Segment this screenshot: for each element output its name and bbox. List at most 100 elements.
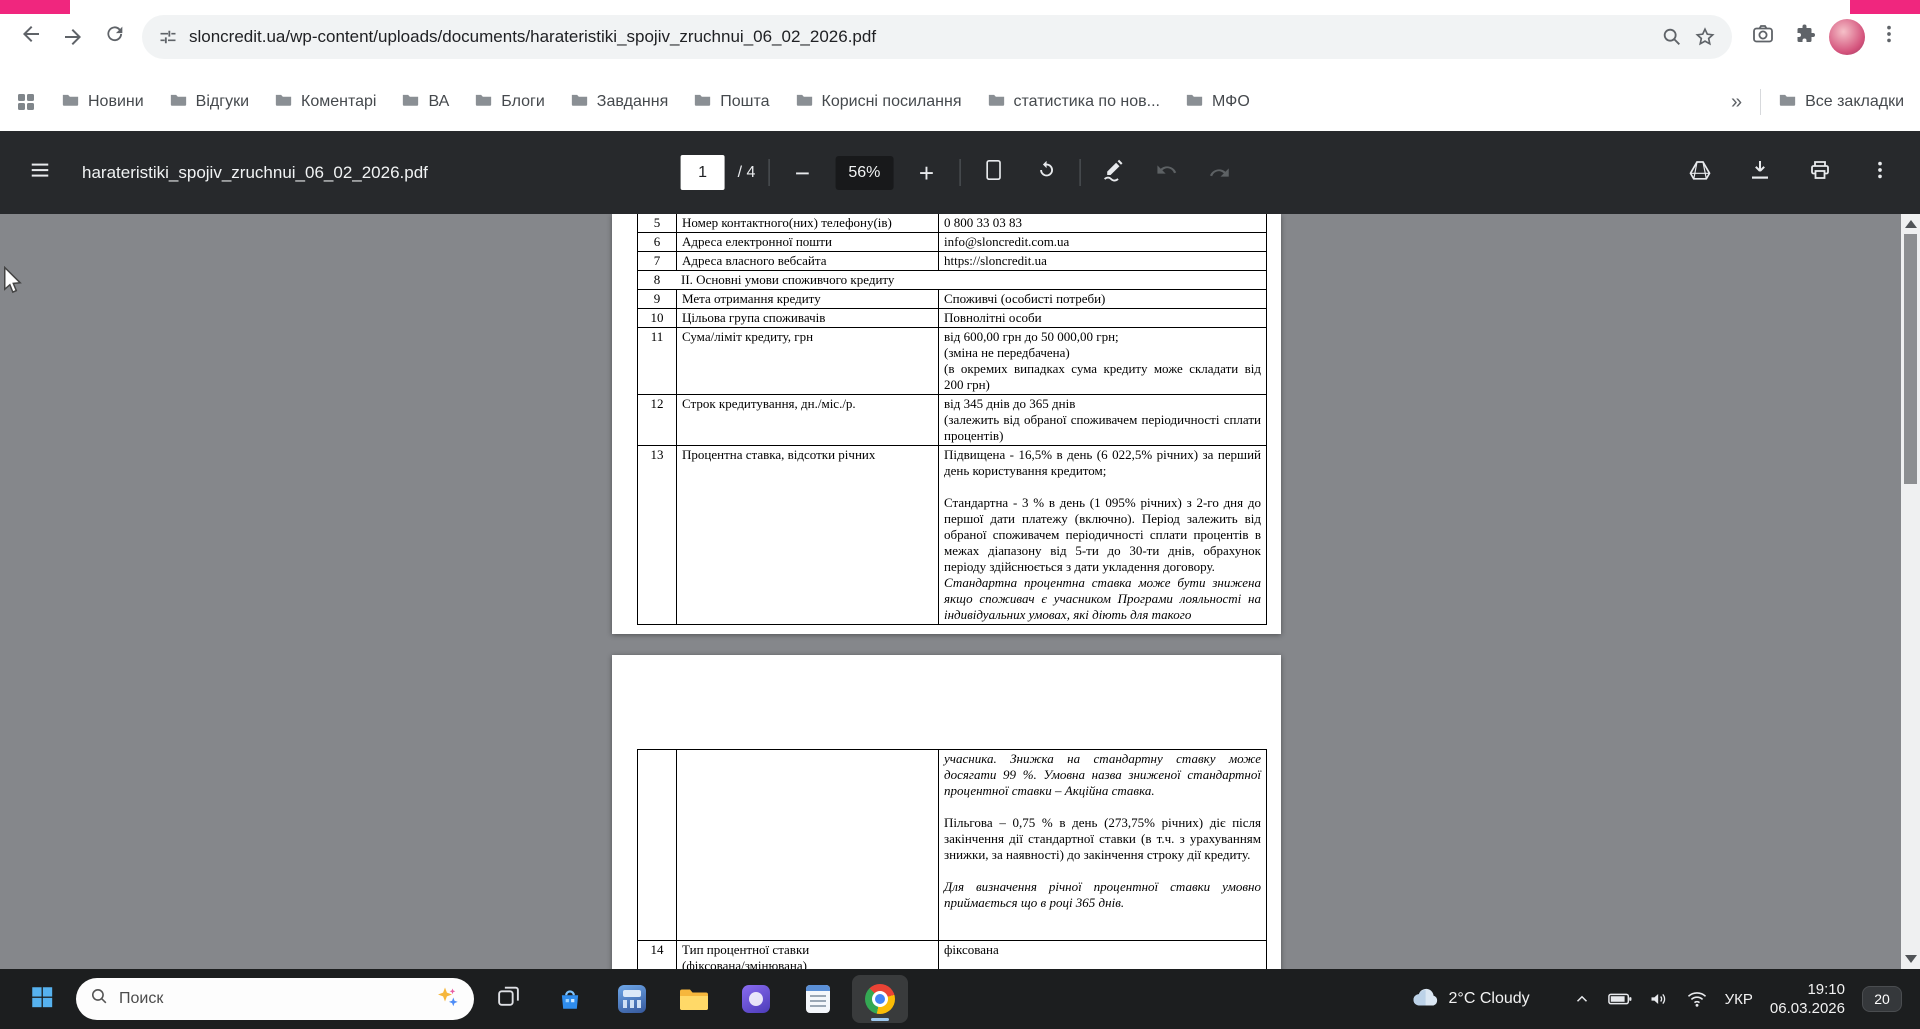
draw-pen-icon	[1101, 158, 1125, 187]
page-number-input[interactable]	[680, 155, 725, 190]
taskbar-app-store[interactable]	[542, 975, 598, 1023]
bookmark-item[interactable]: статистика по нов...	[988, 92, 1160, 112]
apps-grid-icon[interactable]	[16, 92, 36, 112]
bookmark-item[interactable]: Завдання	[571, 92, 668, 112]
address-bar[interactable]: sloncredit.ua/wp-content/uploads/documen…	[142, 14, 1732, 59]
pdf-more-button[interactable]	[1860, 153, 1900, 193]
table-continuation-row: учасника. Знижка на стандартну ставку мо…	[638, 750, 1266, 940]
back-button[interactable]	[10, 16, 52, 58]
taskbar-app-chrome[interactable]	[852, 975, 908, 1023]
browser-menu-button[interactable]	[1868, 16, 1910, 58]
bookmarks-divider	[1760, 89, 1762, 115]
save-to-drive-button[interactable]	[1680, 153, 1720, 193]
reload-button[interactable]	[94, 16, 136, 58]
value-paragraph: учасника. Знижка на стандартну ставку мо…	[944, 751, 1261, 798]
fit-page-button[interactable]	[973, 153, 1013, 193]
taskbar-app-calculator[interactable]	[604, 975, 660, 1023]
toolbar-divider	[1079, 159, 1081, 186]
pdf-menu-button[interactable]	[20, 153, 60, 193]
tune-icon[interactable]	[158, 27, 178, 47]
draw-button[interactable]	[1093, 153, 1133, 193]
table-row: 10 Цільова група споживачів Повнолітні о…	[638, 308, 1266, 327]
search-label: Поиск	[119, 990, 164, 1007]
start-button[interactable]	[14, 975, 70, 1023]
bookmark-label: Відгуки	[195, 93, 250, 110]
store-app-icon	[557, 986, 583, 1012]
undo-button[interactable]	[1146, 153, 1186, 193]
scroll-up-arrow[interactable]	[1905, 220, 1917, 228]
bookmark-star-icon[interactable]	[1694, 26, 1716, 48]
row-label: Адреса власного вебсайта	[676, 252, 938, 270]
bookmark-item[interactable]: Коментарі	[275, 92, 376, 112]
window-theme-strip-left	[0, 0, 70, 14]
bookmark-item[interactable]: ВА	[402, 92, 449, 112]
zoom-page-icon[interactable]	[1661, 26, 1683, 48]
copilot-sparkle-icon	[436, 985, 460, 1014]
bookmark-label: Завдання	[596, 93, 669, 110]
value-line: від 345 днів до 365 днів	[944, 396, 1076, 411]
bookmark-item[interactable]: Новини	[62, 92, 144, 112]
bookmark-label: Новини	[88, 93, 144, 110]
all-bookmarks-button[interactable]: Все закладки	[1779, 92, 1904, 112]
scroll-down-arrow[interactable]	[1905, 955, 1917, 963]
value-paragraph: Підвищена - 16,5% в день (6 022,5% річни…	[944, 447, 1261, 478]
wifi-icon[interactable]	[1686, 990, 1708, 1008]
row-number: 7	[653, 253, 661, 268]
tray-chevron-up-icon[interactable]	[1573, 990, 1591, 1008]
folder-icon	[571, 92, 588, 112]
bookmark-item[interactable]: Корисні посилання	[796, 92, 962, 112]
battery-icon[interactable]	[1607, 990, 1632, 1008]
zoom-in-button[interactable]: +	[906, 153, 946, 193]
folder-icon	[796, 92, 813, 112]
fit-page-icon	[983, 159, 1003, 186]
table-row: 9 Мета отримання кредиту Споживчі (особи…	[638, 289, 1266, 308]
taskbar-app-file-explorer[interactable]	[666, 975, 722, 1023]
redo-icon	[1208, 162, 1230, 184]
value-paragraph: Пільгова – 0,75 % в день (273,75% річних…	[944, 815, 1261, 862]
taskbar-weather[interactable]: 2°C Cloudy	[1411, 986, 1530, 1013]
rotate-button[interactable]	[1026, 153, 1066, 193]
kebab-menu-icon	[1869, 159, 1891, 186]
screenshot-button[interactable]	[1742, 16, 1784, 58]
forward-button[interactable]	[52, 16, 94, 58]
rotate-icon	[1035, 159, 1057, 186]
row-value: від 345 днів до 365 днів (залежить від о…	[938, 395, 1266, 445]
zoom-out-button[interactable]: −	[782, 153, 822, 193]
bookmarks-overflow-chevron[interactable]: »	[1731, 91, 1742, 114]
bookmark-item[interactable]: Відгуки	[170, 92, 249, 112]
zoom-level: 56%	[835, 155, 894, 190]
row-value: фіксована	[938, 941, 1266, 969]
viewer-scrollbar[interactable]	[1901, 214, 1920, 969]
bookmark-item[interactable]: Блоги	[475, 92, 545, 112]
value-line: (в окремих випадках сума кредиту може ск…	[944, 361, 1261, 392]
bookmark-label: Блоги	[501, 93, 545, 110]
volume-icon[interactable]	[1649, 990, 1669, 1008]
extensions-button[interactable]	[1784, 16, 1826, 58]
print-button[interactable]	[1800, 153, 1840, 193]
bookmark-item[interactable]: Пошта	[694, 92, 770, 112]
row-label: Цільова група споживачів	[676, 309, 938, 327]
notification-count-badge[interactable]: 20	[1862, 986, 1902, 1012]
redo-button[interactable]	[1199, 153, 1239, 193]
row-value: 0 800 33 03 83	[938, 214, 1266, 232]
language-indicator[interactable]: УКР	[1725, 991, 1753, 1008]
row-number: 13	[650, 447, 664, 462]
download-button[interactable]	[1740, 153, 1780, 193]
value-paragraph: Стандартна - 3 % в день (1 095% річних) …	[944, 495, 1261, 574]
table-row: 5 Номер контактного(них) телефону(ів) 0 …	[638, 214, 1266, 232]
bookmark-item[interactable]: МФО	[1186, 92, 1250, 112]
chrome-icon	[865, 984, 895, 1014]
task-view-button[interactable]	[480, 975, 536, 1023]
value-line: (залежить від обраної споживачем періоди…	[944, 412, 1261, 443]
taskbar-clock[interactable]: 19:10 06.03.2026	[1770, 980, 1845, 1019]
taskbar-app-purple[interactable]	[728, 975, 784, 1023]
taskbar-search[interactable]: Поиск	[76, 978, 474, 1020]
profile-button[interactable]	[1826, 16, 1868, 58]
row-value: Повнолітні особи	[938, 309, 1266, 327]
section-title: ІІ. Основні умови споживчого кредиту	[681, 272, 895, 287]
table-row: 6 Адреса електронної пошти info@sloncred…	[638, 232, 1266, 251]
scrollbar-thumb[interactable]	[1904, 234, 1917, 484]
folder-icon	[275, 92, 292, 112]
url-text: sloncredit.ua/wp-content/uploads/documen…	[189, 26, 877, 46]
taskbar-app-notepad[interactable]	[790, 975, 846, 1023]
